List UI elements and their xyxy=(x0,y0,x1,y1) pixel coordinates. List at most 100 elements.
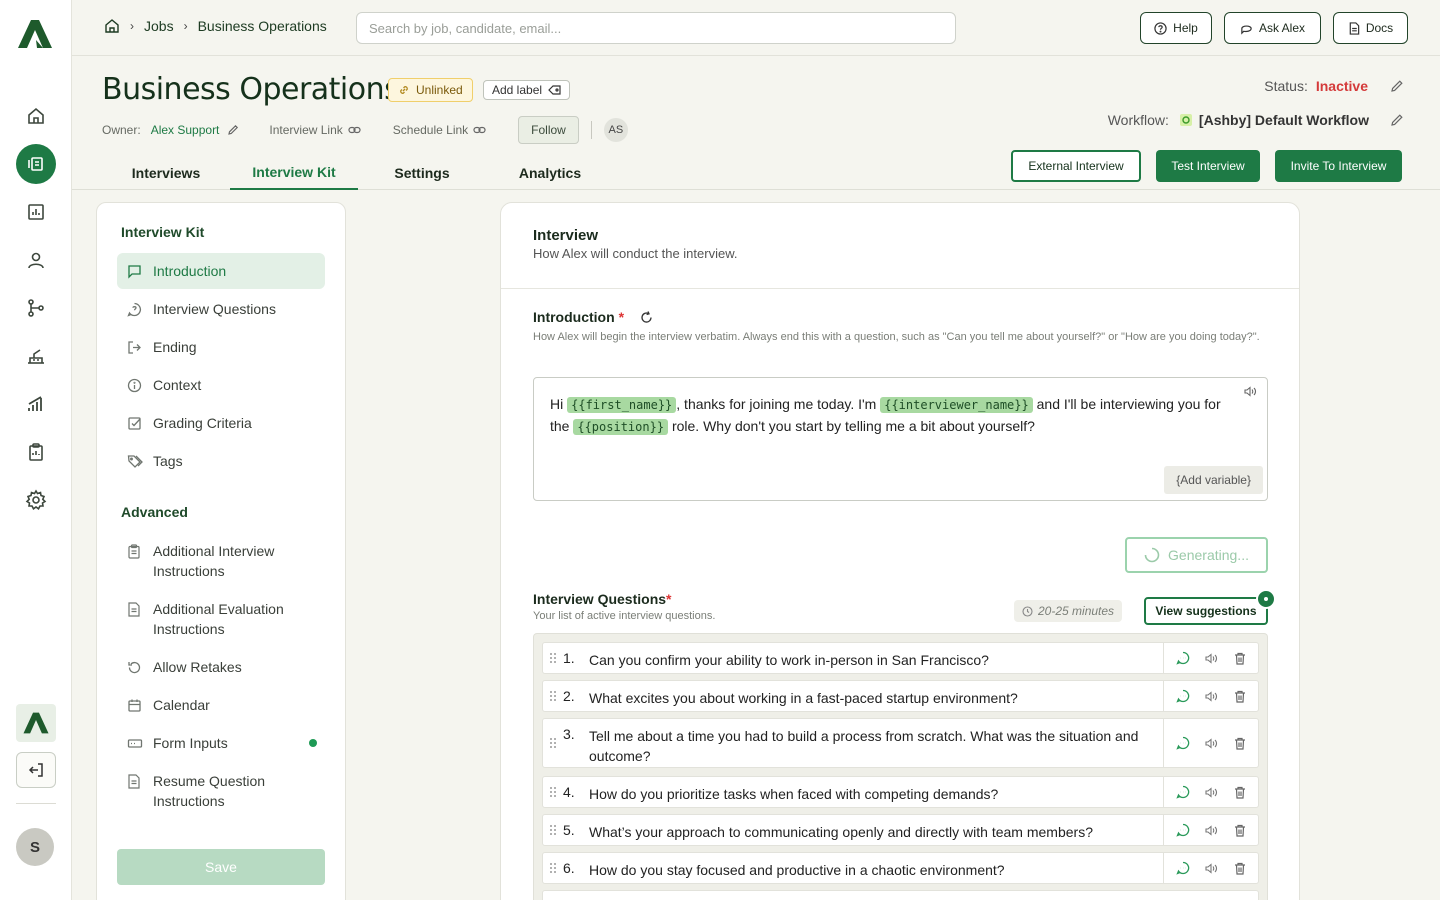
question-text[interactable]: How do you prioritize tasks when faced w… xyxy=(589,777,1164,807)
question-row[interactable]: 5. What’s your approach to communicating … xyxy=(542,814,1259,846)
trash-icon[interactable] xyxy=(1234,824,1246,837)
sidebar-item-context[interactable]: Context xyxy=(117,367,325,403)
follow-up-chat-icon[interactable] xyxy=(1176,689,1190,703)
follow-up-chat-icon[interactable] xyxy=(1176,785,1190,799)
trash-icon[interactable] xyxy=(1234,652,1246,665)
question-text[interactable]: Can you confirm your ability to work in-… xyxy=(589,643,1164,673)
question-row[interactable]: 2. What excites you about working in a fa… xyxy=(542,680,1259,712)
variable-chip[interactable]: {{position}} xyxy=(573,419,669,435)
sidebar-item-allow-retakes[interactable]: Allow Retakes xyxy=(117,649,325,685)
speaker-icon[interactable] xyxy=(1205,862,1218,874)
sidebar-item-grading-criteria[interactable]: Grading Criteria xyxy=(117,405,325,441)
question-row-partial[interactable] xyxy=(542,890,1259,900)
sidebar-item-additional-interview-instructions[interactable]: Additional Interview Instructions xyxy=(117,533,325,589)
tab-settings[interactable]: Settings xyxy=(358,156,486,190)
reset-introduction-icon[interactable] xyxy=(640,310,653,324)
speaker-icon[interactable] xyxy=(1205,824,1218,836)
question-row[interactable]: 1. Can you confirm your ability to work i… xyxy=(542,642,1259,674)
speaker-icon[interactable] xyxy=(1244,386,1257,397)
question-text[interactable]: How do you stay focused and productive i… xyxy=(589,853,1164,883)
logo-icon[interactable] xyxy=(16,18,54,50)
edit-workflow-pencil-icon[interactable] xyxy=(1390,113,1404,127)
interview-link[interactable]: Interview Link xyxy=(269,123,361,137)
question-text[interactable]: Tell me about a time you had to build a … xyxy=(589,719,1164,767)
sidebar-item-introduction[interactable]: Introduction xyxy=(117,253,325,289)
schedule-link[interactable]: Schedule Link xyxy=(393,123,486,137)
sidebar-item-calendar[interactable]: Calendar xyxy=(117,687,325,723)
follow-up-chat-icon[interactable] xyxy=(1176,861,1190,875)
owner-name[interactable]: Alex Support xyxy=(151,123,220,137)
question-actions xyxy=(1164,681,1258,711)
view-suggestions-button[interactable]: View suggestions xyxy=(1144,597,1268,625)
integrations-icon[interactable] xyxy=(16,336,56,376)
clipboard-icon[interactable] xyxy=(16,432,56,472)
workflow-icon[interactable] xyxy=(16,288,56,328)
sidebar-item-tags[interactable]: Tags xyxy=(117,443,325,479)
home-breadcrumb-icon[interactable] xyxy=(104,18,120,34)
generating-button[interactable]: Generating... xyxy=(1125,537,1268,573)
app-switcher-logo-icon[interactable] xyxy=(16,704,56,742)
follow-button[interactable]: Follow xyxy=(518,116,579,144)
variable-chip[interactable]: {{first_name}} xyxy=(567,397,677,413)
ask-alex-button[interactable]: Ask Alex xyxy=(1224,12,1321,44)
trash-icon[interactable] xyxy=(1234,690,1246,703)
drag-handle-icon[interactable] xyxy=(543,777,563,807)
tab-interview-kit[interactable]: Interview Kit xyxy=(230,156,358,190)
follow-up-chat-icon[interactable] xyxy=(1176,823,1190,837)
add-variable-button[interactable]: {Add variable} xyxy=(1164,466,1263,494)
sidebar-item-additional-evaluation-instructions[interactable]: Additional Evaluation Instructions xyxy=(117,591,325,647)
trash-icon[interactable] xyxy=(1234,786,1246,799)
sidebar-item-interview-questions[interactable]: Interview Questions xyxy=(117,291,325,327)
drag-handle-icon[interactable] xyxy=(543,681,563,711)
member-avatar[interactable]: AS xyxy=(603,118,628,142)
external-interview-button[interactable]: External Interview xyxy=(1011,150,1141,182)
breadcrumb-current[interactable]: Business Operations xyxy=(198,18,327,34)
follow-up-chat-icon[interactable] xyxy=(1176,651,1190,665)
question-row[interactable]: 3. Tell me about a time you had to build … xyxy=(542,718,1259,768)
reports-icon[interactable] xyxy=(16,192,56,232)
introduction-editor[interactable]: Hi {{first_name}}, thanks for joining me… xyxy=(533,377,1268,501)
tags-icon xyxy=(127,451,143,471)
add-label-button[interactable]: Add label xyxy=(483,80,571,100)
global-search-input[interactable] xyxy=(356,12,956,44)
introduction-text[interactable]: Hi {{first_name}}, thanks for joining me… xyxy=(550,394,1240,438)
variable-chip[interactable]: {{interviewer_name}} xyxy=(880,397,1033,413)
trash-icon[interactable] xyxy=(1234,862,1246,875)
follow-up-chat-icon[interactable] xyxy=(1176,736,1190,750)
speaker-icon[interactable] xyxy=(1205,786,1218,798)
breadcrumb-jobs[interactable]: Jobs xyxy=(144,18,174,34)
home-icon[interactable] xyxy=(16,96,56,136)
save-button[interactable]: Save xyxy=(117,849,325,885)
analytics-icon[interactable] xyxy=(16,384,56,424)
settings-gear-icon[interactable] xyxy=(16,480,56,520)
question-row[interactable]: 4. How do you prioritize tasks when faced… xyxy=(542,776,1259,808)
help-button[interactable]: Help xyxy=(1140,12,1212,44)
drag-handle-icon[interactable] xyxy=(543,853,563,883)
edit-status-pencil-icon[interactable] xyxy=(1390,79,1404,93)
docs-button[interactable]: Docs xyxy=(1333,12,1408,44)
test-interview-button[interactable]: Test Interview xyxy=(1156,150,1260,182)
speaker-icon[interactable] xyxy=(1205,737,1218,749)
tab-analytics[interactable]: Analytics xyxy=(486,156,614,190)
sidebar-item-resume-question-instructions[interactable]: Resume Question Instructions xyxy=(117,763,325,819)
question-text[interactable]: What’s your approach to communicating op… xyxy=(589,815,1164,845)
drag-handle-icon[interactable] xyxy=(543,643,563,673)
sidebar-item-ending[interactable]: Ending xyxy=(117,329,325,365)
tab-interviews[interactable]: Interviews xyxy=(102,156,230,190)
jobs-icon[interactable] xyxy=(16,144,56,184)
sidebar-item-form-inputs[interactable]: Form Inputs xyxy=(117,725,325,761)
invite-to-interview-button[interactable]: Invite To Interview xyxy=(1275,150,1402,182)
edit-owner-pencil-icon[interactable] xyxy=(227,124,239,136)
speaker-icon[interactable] xyxy=(1205,690,1218,702)
drag-handle-icon[interactable] xyxy=(543,719,563,767)
link-status-badge[interactable]: Unlinked xyxy=(388,78,473,102)
logout-icon[interactable] xyxy=(16,752,56,788)
question-row[interactable]: 6. How do you stay focused and productive… xyxy=(542,852,1259,884)
question-text[interactable]: What excites you about working in a fast… xyxy=(589,681,1164,711)
drag-handle-icon[interactable] xyxy=(543,815,563,845)
speaker-icon[interactable] xyxy=(1205,652,1218,664)
candidates-icon[interactable] xyxy=(16,240,56,280)
user-avatar[interactable]: S xyxy=(16,828,54,866)
trash-icon[interactable] xyxy=(1234,737,1246,750)
workflow-name[interactable]: [Ashby] Default Workflow xyxy=(1199,112,1369,128)
